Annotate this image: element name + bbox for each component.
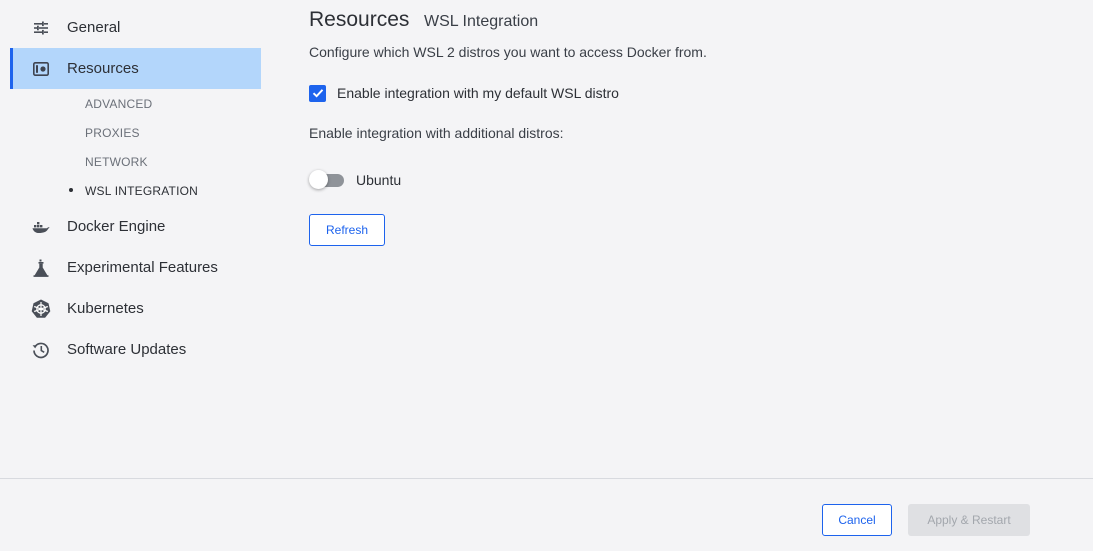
sidebar-subitem-network[interactable]: NETWORK [85, 155, 148, 169]
apply-restart-button[interactable]: Apply & Restart [908, 504, 1030, 536]
sidebar-subitem-proxies[interactable]: PROXIES [85, 126, 140, 140]
sidebar-item-label: Docker Engine [67, 218, 166, 235]
sliders-icon [30, 17, 52, 39]
footer-bar: Cancel Apply & Restart [0, 478, 1093, 551]
page-subtitle: WSL Integration [424, 13, 539, 30]
sidebar-item-kubernetes[interactable]: Kubernetes [12, 288, 261, 329]
distro-toggle-row: Ubuntu [309, 169, 401, 191]
settings-window: General Resources ADVANCED PROXIES NETWO… [0, 0, 1093, 551]
sidebar-item-software-updates[interactable]: Software Updates [12, 329, 261, 370]
page-title: Resources [309, 8, 410, 31]
default-distro-row: Enable integration with my default WSL d… [309, 83, 619, 103]
sidebar-item-resources[interactable]: Resources [10, 48, 261, 89]
default-distro-label: Enable integration with my default WSL d… [337, 85, 619, 101]
sidebar: General Resources ADVANCED PROXIES NETWO… [0, 0, 262, 478]
distro-name: Ubuntu [356, 172, 402, 188]
ubuntu-toggle[interactable] [309, 170, 345, 190]
sidebar-item-docker-engine[interactable]: Docker Engine [12, 206, 261, 247]
main-panel: Resources WSL Integration Configure whic… [309, 0, 1093, 478]
kubernetes-icon [30, 298, 52, 320]
toggle-thumb [309, 170, 328, 189]
resources-icon [30, 58, 52, 80]
sidebar-item-label: General [67, 19, 121, 36]
sidebar-item-label: Kubernetes [67, 300, 144, 317]
sidebar-item-general[interactable]: General [12, 7, 261, 48]
sidebar-item-label: Software Updates [67, 341, 187, 358]
additional-distros-label: Enable integration with additional distr… [309, 125, 564, 141]
default-distro-checkbox[interactable] [309, 84, 326, 102]
current-bullet [69, 188, 73, 192]
sidebar-item-label: Resources [67, 60, 139, 77]
check-icon [312, 89, 323, 98]
history-icon [30, 339, 52, 361]
sidebar-subitem-advanced[interactable]: ADVANCED [85, 97, 152, 111]
sidebar-item-label: Experimental Features [67, 259, 218, 276]
refresh-button[interactable]: Refresh [309, 214, 385, 246]
cancel-button[interactable]: Cancel [822, 504, 892, 536]
page-description: Configure which WSL 2 distros you want t… [309, 44, 707, 60]
sidebar-item-experimental-features[interactable]: Experimental Features [12, 247, 261, 288]
whale-icon [30, 216, 52, 238]
sidebar-subitem-wsl-integration[interactable]: WSL INTEGRATION [85, 184, 198, 198]
flask-icon [30, 257, 52, 279]
